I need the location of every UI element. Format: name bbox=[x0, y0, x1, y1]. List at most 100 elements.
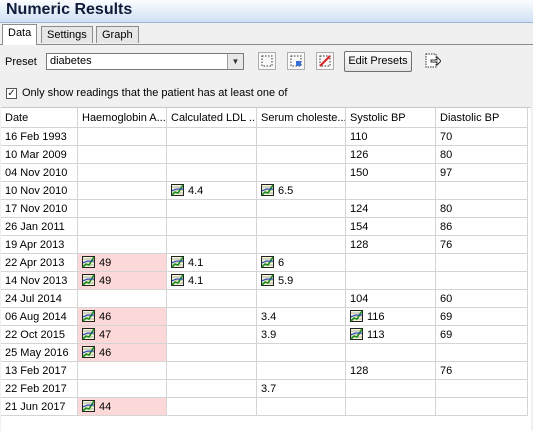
date-cell[interactable]: 22 Feb 2017 bbox=[1, 380, 78, 398]
cholesterol-cell[interactable] bbox=[257, 164, 346, 182]
results-table[interactable]: Date Haemoglobin A... Calculated LDL ... Se… bbox=[1, 107, 531, 431]
diastolic-cell[interactable] bbox=[436, 380, 528, 398]
diastolic-cell[interactable]: 60 bbox=[436, 290, 528, 308]
systolic-cell[interactable] bbox=[346, 182, 436, 200]
haemoglobin-cell[interactable] bbox=[78, 362, 167, 380]
ldl-cell[interactable]: 4.4 bbox=[167, 182, 257, 200]
haemoglobin-cell[interactable]: 46 bbox=[78, 308, 167, 326]
systolic-cell[interactable] bbox=[346, 344, 436, 362]
cholesterol-cell[interactable] bbox=[257, 218, 346, 236]
cholesterol-cell[interactable] bbox=[257, 128, 346, 146]
diastolic-cell[interactable]: 70 bbox=[436, 128, 528, 146]
date-cell[interactable]: 06 Aug 2014 bbox=[1, 308, 78, 326]
ldl-cell[interactable] bbox=[167, 308, 257, 326]
ldl-cell[interactable] bbox=[167, 290, 257, 308]
cholesterol-cell[interactable] bbox=[257, 344, 346, 362]
diastolic-cell[interactable]: 76 bbox=[436, 236, 528, 254]
haemoglobin-cell[interactable] bbox=[78, 290, 167, 308]
date-cell[interactable]: 16 Feb 1993 bbox=[1, 128, 78, 146]
haemoglobin-cell[interactable]: 46 bbox=[78, 344, 167, 362]
tab-graph[interactable]: Graph bbox=[96, 26, 139, 43]
ldl-cell[interactable] bbox=[167, 362, 257, 380]
date-cell[interactable]: 10 Mar 2009 bbox=[1, 146, 78, 164]
haemoglobin-cell[interactable] bbox=[78, 146, 167, 164]
haemoglobin-cell[interactable] bbox=[78, 128, 167, 146]
diastolic-cell[interactable]: 69 bbox=[436, 308, 528, 326]
haemoglobin-cell[interactable]: 44 bbox=[78, 398, 167, 416]
systolic-cell[interactable]: 124 bbox=[346, 200, 436, 218]
cholesterol-cell[interactable]: 5.9 bbox=[257, 272, 346, 290]
ldl-cell[interactable] bbox=[167, 218, 257, 236]
date-cell[interactable]: 22 Oct 2015 bbox=[1, 326, 78, 344]
haemoglobin-cell[interactable]: 49 bbox=[78, 272, 167, 290]
cholesterol-cell[interactable] bbox=[257, 146, 346, 164]
ldl-cell[interactable]: 4.1 bbox=[167, 254, 257, 272]
diastolic-cell[interactable]: 80 bbox=[436, 200, 528, 218]
diastolic-cell[interactable] bbox=[436, 182, 528, 200]
column-header-ldl[interactable]: Calculated LDL ... bbox=[167, 108, 257, 128]
systolic-cell[interactable] bbox=[346, 254, 436, 272]
ldl-cell[interactable] bbox=[167, 380, 257, 398]
systolic-cell[interactable] bbox=[346, 380, 436, 398]
cholesterol-cell[interactable]: 6.5 bbox=[257, 182, 346, 200]
date-cell[interactable]: 04 Nov 2010 bbox=[1, 164, 78, 182]
cholesterol-cell[interactable]: 6 bbox=[257, 254, 346, 272]
haemoglobin-cell[interactable] bbox=[78, 236, 167, 254]
ldl-cell[interactable] bbox=[167, 326, 257, 344]
diastolic-cell[interactable] bbox=[436, 272, 528, 290]
ldl-cell[interactable] bbox=[167, 146, 257, 164]
column-header-haemoglobin[interactable]: Haemoglobin A... bbox=[78, 108, 167, 128]
date-cell[interactable]: 24 Jul 2014 bbox=[1, 290, 78, 308]
ldl-cell[interactable] bbox=[167, 236, 257, 254]
date-cell[interactable]: 19 Apr 2013 bbox=[1, 236, 78, 254]
systolic-cell[interactable]: 126 bbox=[346, 146, 436, 164]
date-cell[interactable]: 10 Nov 2010 bbox=[1, 182, 78, 200]
systolic-cell[interactable]: 104 bbox=[346, 290, 436, 308]
date-cell[interactable]: 14 Nov 2013 bbox=[1, 272, 78, 290]
cholesterol-cell[interactable] bbox=[257, 290, 346, 308]
tab-data[interactable]: Data bbox=[2, 24, 38, 45]
ldl-cell[interactable]: 4.1 bbox=[167, 272, 257, 290]
haemoglobin-cell[interactable]: 47 bbox=[78, 326, 167, 344]
diastolic-cell[interactable]: 86 bbox=[436, 218, 528, 236]
cholesterol-cell[interactable] bbox=[257, 236, 346, 254]
haemoglobin-cell[interactable] bbox=[78, 182, 167, 200]
diastolic-cell[interactable] bbox=[436, 344, 528, 362]
date-cell[interactable]: 22 Apr 2013 bbox=[1, 254, 78, 272]
filter-checkbox[interactable]: ✓ bbox=[6, 88, 17, 99]
cholesterol-cell[interactable]: 3.7 bbox=[257, 380, 346, 398]
column-header-date[interactable]: Date bbox=[1, 108, 78, 128]
cholesterol-cell[interactable] bbox=[257, 200, 346, 218]
haemoglobin-cell[interactable] bbox=[78, 200, 167, 218]
systolic-cell[interactable]: 128 bbox=[346, 362, 436, 380]
cholesterol-cell[interactable] bbox=[257, 398, 346, 416]
diastolic-cell[interactable]: 76 bbox=[436, 362, 528, 380]
systolic-cell[interactable]: 128 bbox=[346, 236, 436, 254]
edit-presets-button[interactable]: Edit Presets bbox=[344, 51, 412, 72]
systolic-cell[interactable]: 116 bbox=[346, 308, 436, 326]
export-button[interactable] bbox=[422, 51, 442, 71]
cholesterol-cell[interactable]: 3.4 bbox=[257, 308, 346, 326]
column-header-diastolic[interactable]: Diastolic BP bbox=[436, 108, 528, 128]
ldl-cell[interactable] bbox=[167, 200, 257, 218]
haemoglobin-cell[interactable] bbox=[78, 380, 167, 398]
ldl-cell[interactable] bbox=[167, 164, 257, 182]
select-all-button[interactable] bbox=[258, 52, 276, 70]
tab-settings[interactable]: Settings bbox=[41, 26, 93, 43]
diastolic-cell[interactable] bbox=[436, 254, 528, 272]
systolic-cell[interactable]: 154 bbox=[346, 218, 436, 236]
haemoglobin-cell[interactable] bbox=[78, 218, 167, 236]
systolic-cell[interactable]: 110 bbox=[346, 128, 436, 146]
date-cell[interactable]: 25 May 2016 bbox=[1, 344, 78, 362]
preset-select[interactable]: diabetes ▼ bbox=[46, 53, 244, 70]
ldl-cell[interactable] bbox=[167, 398, 257, 416]
chevron-down-icon[interactable]: ▼ bbox=[227, 54, 243, 69]
select-values-button[interactable] bbox=[287, 52, 305, 70]
systolic-cell[interactable]: 150 bbox=[346, 164, 436, 182]
column-header-cholesterol[interactable]: Serum choleste... bbox=[257, 108, 346, 128]
systolic-cell[interactable] bbox=[346, 398, 436, 416]
diastolic-cell[interactable]: 80 bbox=[436, 146, 528, 164]
cholesterol-cell[interactable]: 3.9 bbox=[257, 326, 346, 344]
diastolic-cell[interactable]: 69 bbox=[436, 326, 528, 344]
ldl-cell[interactable] bbox=[167, 344, 257, 362]
